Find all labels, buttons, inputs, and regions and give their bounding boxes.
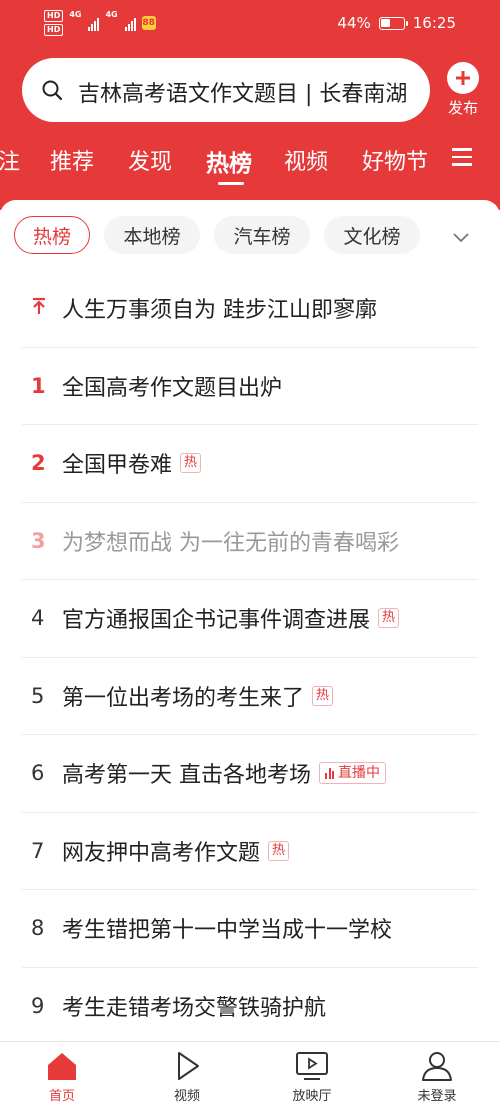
rank-number: 3 — [31, 528, 46, 553]
search-query: 吉林高考语文作文题目 | 长春南湖 — [78, 82, 408, 107]
battery-percent: 44% — [337, 14, 371, 32]
screen-icon — [296, 1052, 328, 1080]
publish-label: 发布 — [447, 99, 478, 117]
bottom-nav: 首页 视频 放映厅 未登录 — [0, 1041, 500, 1111]
search-icon — [42, 80, 63, 101]
hd-badge: HD — [44, 24, 64, 36]
play-icon — [178, 1052, 199, 1080]
list-item[interactable]: 5 第一位出考场的考生来了 热 — [22, 658, 478, 735]
notification-app-icon: 88 — [141, 16, 156, 30]
item-title: 考生走错考场交警铁骑护航 — [62, 996, 327, 1022]
status-right: 44% 16:25 — [337, 14, 456, 32]
live-badge: 直播中 — [319, 762, 386, 785]
header: HD HD 4G 4G 88 44% 16:25 吉林高考语文作文题目 | 长春… — [0, 0, 500, 210]
live-bars-icon — [325, 767, 334, 779]
list-item[interactable]: 2 全国甲卷难 热 — [22, 425, 478, 503]
list-item[interactable]: 9 考生走错考场交警铁骑护航 — [22, 968, 478, 1043]
rank-number: 1 — [31, 373, 46, 398]
rank-cell — [22, 296, 62, 320]
list-item[interactable]: 7 网友押中高考作文题 热 — [22, 813, 478, 890]
hot-badge: 热 — [180, 453, 202, 474]
network-type-label: 4G — [69, 10, 82, 19]
list-item[interactable]: 3 为梦想而战 为一往无前的青春喝彩 — [22, 503, 478, 580]
subtab-culture[interactable]: 文化榜 — [324, 216, 420, 254]
user-icon — [422, 1052, 452, 1081]
tab-shopping-festival[interactable]: 好物节 — [362, 144, 428, 176]
menu-icon[interactable] — [452, 148, 472, 166]
status-bar: HD HD 4G 4G 88 44% 16:25 — [0, 0, 500, 48]
item-title: 高考第一天 直击各地考场 — [62, 763, 311, 789]
rank-number: 7 — [31, 838, 45, 863]
hd-badge: HD — [44, 10, 64, 22]
item-title: 官方通报国企书记事件调查进展 — [62, 608, 371, 634]
rank-number: 2 — [31, 451, 46, 476]
list-item[interactable]: 1 全国高考作文题目出炉 — [22, 348, 478, 425]
item-title: 网友押中高考作文题 — [62, 840, 261, 866]
tab-hot-list[interactable]: 热榜 — [206, 144, 252, 178]
active-tab-indicator — [218, 182, 244, 185]
hot-badge: 热 — [268, 840, 290, 861]
hot-list: 人生万事须自为 跬步江山即寥廓 1 全国高考作文题目出炉 2 全国甲卷难 热 3… — [22, 270, 478, 1042]
publish-button[interactable]: 发布 — [440, 62, 486, 118]
nav-home[interactable]: 首页 — [22, 1050, 102, 1104]
rank-number: 5 — [31, 683, 45, 708]
home-icon — [48, 1053, 76, 1080]
nav-label: 首页 — [48, 1089, 75, 1104]
chevron-down-icon[interactable] — [452, 228, 470, 246]
signal-icon — [124, 15, 136, 31]
channel-tabs: 注 推荐 发现 热榜 视频 好物节 — [0, 138, 500, 188]
hot-badge: 热 — [312, 685, 334, 706]
tab-follow[interactable]: 注 — [0, 144, 20, 176]
tab-video[interactable]: 视频 — [284, 144, 328, 176]
list-item[interactable]: 6 高考第一天 直击各地考场 直播中 — [22, 735, 478, 813]
subtab-auto[interactable]: 汽车榜 — [214, 216, 310, 254]
item-title: 第一位出考场的考生来了 — [62, 685, 305, 711]
item-title: 考生错把第十一中学当成十一学校 — [62, 918, 393, 944]
status-left: HD HD 4G 4G 88 — [44, 10, 156, 36]
list-item[interactable]: 4 官方通报国企书记事件调查进展 热 — [22, 580, 478, 658]
live-badge-label: 直播中 — [338, 765, 380, 782]
subtab-local[interactable]: 本地榜 — [104, 216, 200, 254]
item-title: 全国甲卷难 — [62, 453, 173, 479]
tab-discover[interactable]: 发现 — [128, 144, 172, 176]
hot-badge: 热 — [378, 608, 400, 629]
subtab-hot[interactable]: 热榜 — [14, 216, 90, 254]
nav-label: 视频 — [173, 1089, 200, 1104]
rank-number: 4 — [31, 606, 45, 631]
rank-number: 6 — [31, 761, 45, 786]
network-type-label: 4G — [105, 10, 118, 19]
plus-icon — [447, 62, 479, 94]
rank-number: 8 — [31, 916, 45, 941]
subtab-bar: 热榜 本地榜 汽车榜 文化榜 — [14, 216, 500, 256]
pin-top-icon — [33, 298, 45, 315]
nav-theater[interactable]: 放映厅 — [272, 1050, 352, 1104]
hd-indicators: HD HD — [44, 10, 64, 36]
nav-profile[interactable]: 未登录 — [397, 1050, 477, 1104]
list-item[interactable]: 8 考生错把第十一中学当成十一学校 — [22, 890, 478, 968]
clock: 16:25 — [412, 14, 456, 32]
battery-icon — [378, 16, 408, 30]
signal-icon — [88, 15, 100, 31]
item-title: 人生万事须自为 跬步江山即寥廓 — [62, 298, 377, 324]
rank-number: 9 — [31, 994, 45, 1019]
nav-label: 未登录 — [417, 1089, 457, 1104]
nav-label: 放映厅 — [292, 1089, 332, 1104]
hot-list-panel: 热榜 本地榜 汽车榜 文化榜 人生万事须自为 跬步江山即寥廓 1 全国高考作文题… — [0, 200, 500, 1042]
list-item-pinned[interactable]: 人生万事须自为 跬步江山即寥廓 — [22, 270, 478, 348]
item-title: 为梦想而战 为一往无前的青春喝彩 — [62, 530, 399, 556]
nav-video[interactable]: 视频 — [147, 1050, 227, 1104]
search-bar[interactable]: 吉林高考语文作文题目 | 长春南湖 — [22, 58, 430, 122]
tab-recommend[interactable]: 推荐 — [50, 144, 94, 176]
item-title: 全国高考作文题目出炉 — [62, 375, 283, 401]
